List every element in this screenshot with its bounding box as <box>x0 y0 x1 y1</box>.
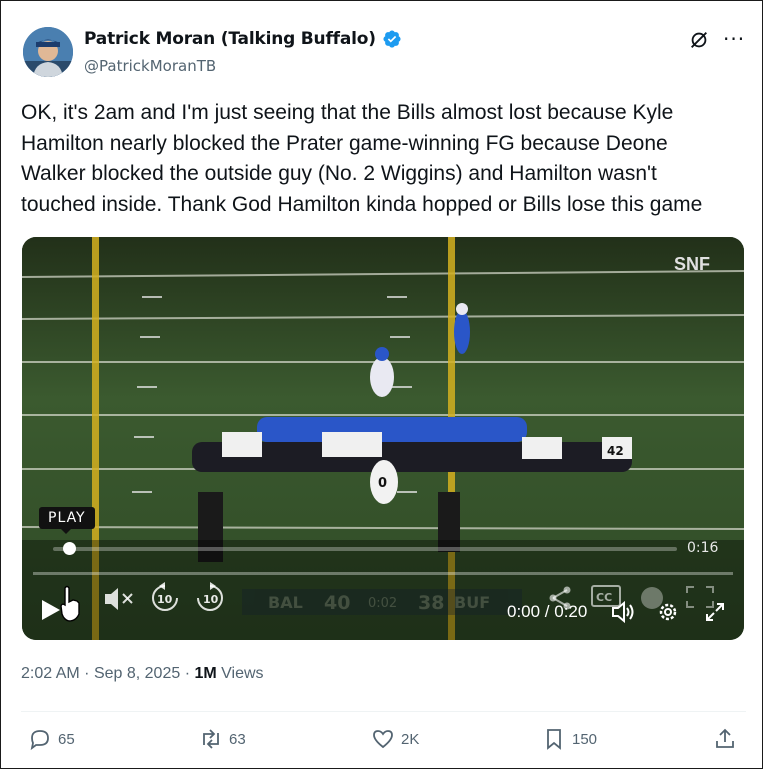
divider <box>21 711 746 712</box>
jersey-number: 42 <box>607 444 624 458</box>
svg-text:10: 10 <box>157 593 173 606</box>
views-label: Views <box>221 665 264 682</box>
verified-badge-icon <box>383 30 401 48</box>
repost-count: 63 <box>229 730 246 748</box>
preview-time: 0:16 <box>687 540 719 556</box>
fullscreen-icon[interactable] <box>705 602 725 622</box>
grok-icon[interactable] <box>688 29 710 51</box>
heart-icon <box>373 730 393 749</box>
svg-text:CC: CC <box>596 591 612 604</box>
tweet-text-line: Hamilton nearly blocked the Prater game-… <box>21 131 668 155</box>
reply-count: 65 <box>58 730 75 748</box>
author-name-row[interactable]: Patrick Moran (Talking Buffalo) <box>84 29 402 49</box>
tweet-card: Patrick Moran (Talking Buffalo) @Patrick… <box>0 0 763 769</box>
avatar[interactable] <box>23 27 73 77</box>
more-options-icon[interactable]: ··· <box>723 27 745 51</box>
tweet-meta: 2:02 AM · Sep 8, 2025 · 1M Views <box>21 665 264 683</box>
rewind-10-icon[interactable]: 10 <box>150 582 180 614</box>
play-icon[interactable] <box>41 599 61 621</box>
share-upload-icon <box>716 728 734 748</box>
forward-10-icon[interactable]: 10 <box>195 582 225 614</box>
tweet-text: OK, it's 2am and I'm just seeing that th… <box>21 98 746 220</box>
like-button[interactable]: 2K <box>371 727 419 751</box>
tweet-text-line: OK, it's 2am and I'm just seeing that th… <box>21 101 674 124</box>
meta-separator: · <box>84 665 90 682</box>
play-tooltip: PLAY <box>39 507 95 534</box>
video-time: 0:00 / 0:20 <box>507 602 588 621</box>
like-count: 2K <box>401 730 420 748</box>
reply-button[interactable]: 65 <box>28 727 75 751</box>
tweet-text-line: touched inside. Thank God Hamilton kinda… <box>21 192 703 216</box>
author-handle[interactable]: @PatrickMoranTB <box>84 57 216 75</box>
bookmark-button[interactable]: 150 <box>542 727 597 751</box>
broadcaster-logo: SNF <box>674 254 710 274</box>
settings-icon[interactable] <box>657 601 679 623</box>
tweet-date[interactable]: Sep 8, 2025 <box>94 665 180 682</box>
tweet-time[interactable]: 2:02 AM <box>21 665 80 682</box>
repost-button[interactable]: 63 <box>199 727 246 751</box>
repost-icon <box>203 729 219 749</box>
cursor-hand-icon <box>60 585 80 622</box>
share-button[interactable] <box>713 727 737 751</box>
svg-text:10: 10 <box>203 593 219 606</box>
bookmark-count: 150 <box>572 730 598 748</box>
video-frame: SNF 0 42 BAL 40 0:02 38 BUF <box>22 237 744 640</box>
tweet-text-line: Walker blocked the outside guy (No. 2 Wi… <box>21 162 657 185</box>
progress-bar[interactable] <box>33 572 733 575</box>
bookmark-icon <box>547 729 561 750</box>
views-count: 1M <box>194 665 217 682</box>
author-name[interactable]: Patrick Moran (Talking Buffalo) <box>84 29 376 49</box>
preview-scrubber-handle[interactable] <box>63 542 76 555</box>
mute-icon[interactable] <box>103 585 135 613</box>
preview-scrubber[interactable] <box>53 547 677 551</box>
video-player[interactable]: SNF 0 42 BAL 40 0:02 38 BUF <box>22 237 744 640</box>
meta-separator: · <box>184 665 191 682</box>
jersey-number: 0 <box>378 476 387 491</box>
volume-icon[interactable] <box>611 599 637 625</box>
reply-icon <box>30 730 49 751</box>
